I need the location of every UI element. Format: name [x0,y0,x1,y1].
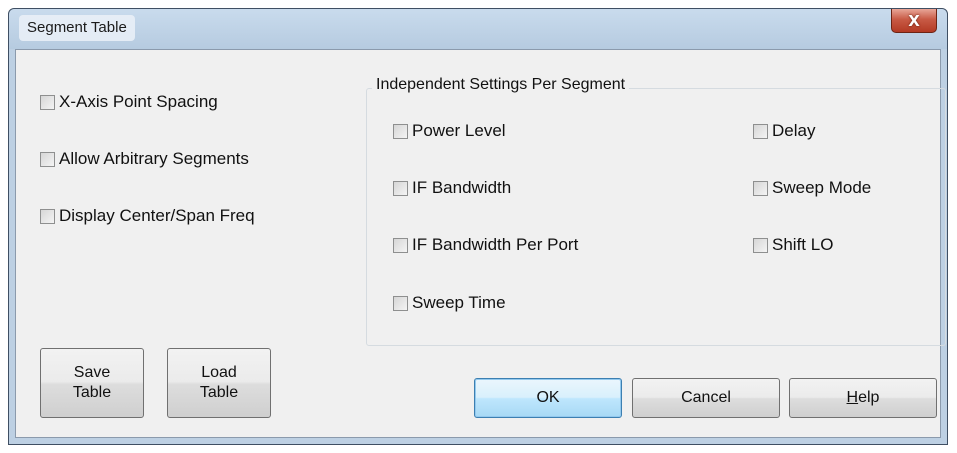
checkbox-box[interactable] [40,208,55,224]
checkbox-shift-lo[interactable]: Shift LO [753,235,833,255]
segment-table-dialog: Segment Table X X-Axis Point Spacing All… [8,8,948,445]
load-table-button[interactable]: Load Table [167,348,271,418]
checkbox-label: Delay [772,121,816,140]
checkbox-sweep-time[interactable]: Sweep Time [393,293,506,313]
checkbox-box[interactable] [393,295,408,311]
help-label-rest: elp [858,389,880,406]
checkbox-label: Power Level [412,121,506,140]
checkbox-box[interactable] [753,180,768,196]
checkbox-box[interactable] [40,94,55,110]
help-mnemonic: H [846,389,859,406]
close-icon: X [908,11,920,30]
window-title: Segment Table [19,15,135,41]
title-bar[interactable]: Segment Table X [9,9,947,49]
save-table-button[interactable]: Save Table [40,348,144,418]
checkbox-box[interactable] [753,237,768,253]
checkbox-if-bandwidth[interactable]: IF Bandwidth [393,178,511,198]
dialog-body: X-Axis Point Spacing Allow Arbitrary Seg… [15,49,946,438]
checkbox-power-level[interactable]: Power Level [393,121,506,141]
checkbox-box[interactable] [40,151,55,167]
checkbox-box[interactable] [753,123,768,139]
checkbox-if-bandwidth-per-port[interactable]: IF Bandwidth Per Port [393,235,578,255]
checkbox-display-center-span-freq[interactable]: Display Center/Span Freq [40,206,255,226]
checkbox-sweep-mode[interactable]: Sweep Mode [753,178,871,198]
ok-button[interactable]: OK [474,378,622,418]
checkbox-label: Sweep Mode [772,178,872,197]
checkbox-allow-arbitrary-segments[interactable]: Allow Arbitrary Segments [40,149,249,169]
checkbox-label: X-Axis Point Spacing [59,92,218,111]
checkbox-x-axis-point-spacing[interactable]: X-Axis Point Spacing [40,92,218,112]
checkbox-delay[interactable]: Delay [753,121,815,141]
checkbox-box[interactable] [393,123,408,139]
save-table-label-line2: Table [72,384,112,401]
load-table-label-line1: Load [201,364,237,381]
cancel-button[interactable]: Cancel [632,378,780,418]
checkbox-label: Display Center/Span Freq [59,206,255,225]
checkbox-label: IF Bandwidth Per Port [412,235,579,254]
checkbox-label: IF Bandwidth [412,178,512,197]
checkbox-label: Allow Arbitrary Segments [59,149,249,168]
close-button[interactable]: X [891,9,937,33]
checkbox-box[interactable] [393,180,408,196]
save-table-label-line1: Save [73,364,111,381]
checkbox-box[interactable] [393,237,408,253]
help-button[interactable]: Help [789,378,937,418]
group-title: Independent Settings Per Segment [372,76,630,94]
load-table-label-line2: Table [199,384,239,401]
checkbox-label: Shift LO [772,235,834,254]
checkbox-label: Sweep Time [412,293,506,312]
